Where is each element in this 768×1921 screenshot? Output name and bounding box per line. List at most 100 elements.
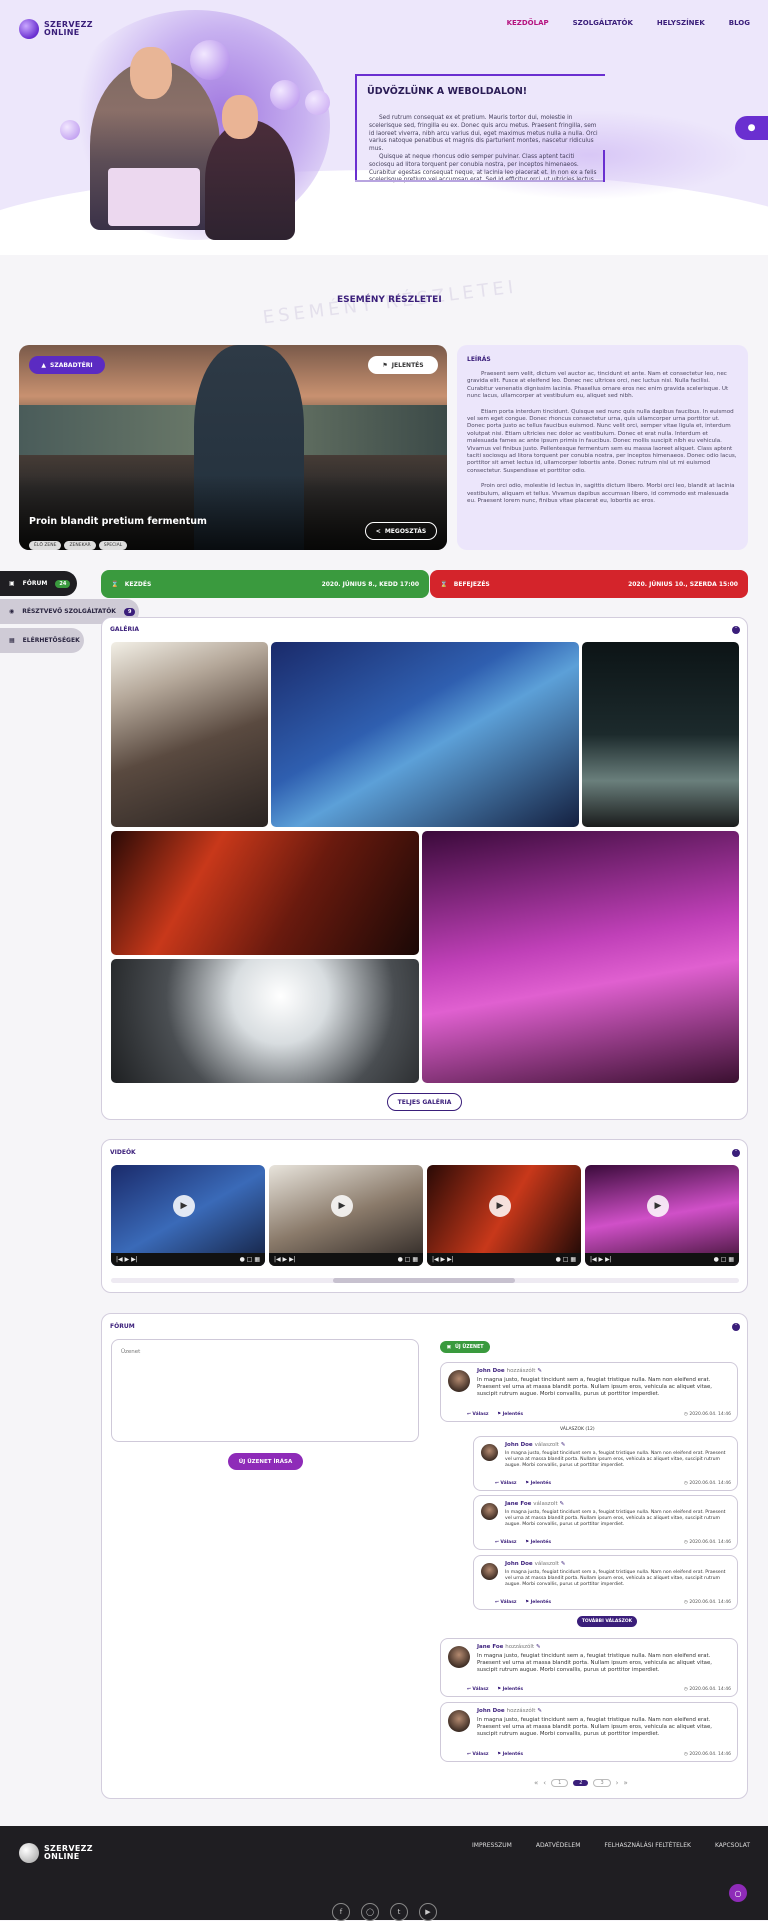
reply-icon: ↩ bbox=[495, 1481, 499, 1486]
play-icon[interactable]: ▶ bbox=[489, 1195, 511, 1217]
avatar[interactable] bbox=[481, 1444, 498, 1461]
message-textarea[interactable] bbox=[111, 1339, 419, 1442]
page-3[interactable]: 3 bbox=[593, 1779, 611, 1787]
footer-link[interactable]: ADATVÉDELEM bbox=[536, 1842, 581, 1849]
footer-link[interactable]: IMPRESSZUM bbox=[472, 1842, 512, 1849]
reply-link[interactable]: ↩ Válasz bbox=[467, 1752, 489, 1757]
chevron-up-icon: ˄ bbox=[734, 627, 738, 633]
video-controls[interactable]: |◀ ▶ ▶| ● □ ▦ bbox=[585, 1253, 739, 1266]
reply-link[interactable]: ↩ Válasz bbox=[495, 1600, 517, 1605]
video-controls[interactable]: |◀ ▶ ▶| ● □ ▦ bbox=[427, 1253, 581, 1266]
page-last[interactable]: » bbox=[623, 1779, 627, 1787]
pencil-icon: ✎ bbox=[559, 1501, 565, 1507]
comment-author[interactable]: John Doe hozzászólt ✎ bbox=[477, 1708, 542, 1714]
collapse-forum-button[interactable]: ˄ bbox=[732, 1323, 740, 1331]
comment-author[interactable]: John Doe válaszolt ✎ bbox=[505, 1442, 565, 1448]
video-scroll-thumb[interactable] bbox=[333, 1278, 515, 1283]
woman-figure bbox=[205, 120, 295, 240]
date-value: 2020.06.04. 14:46 bbox=[689, 1540, 731, 1545]
reply-link[interactable]: ↩ Válasz bbox=[495, 1481, 517, 1486]
reply-link[interactable]: ↩ Válasz bbox=[467, 1687, 489, 1692]
twitter-icon[interactable]: t bbox=[390, 1903, 408, 1921]
welcome-box: ÜDVÖZLÜNK A WEBOLDALON! Sed rutrum conse… bbox=[355, 74, 605, 183]
write-message-button[interactable]: ÚJ ÜZENET ÍRÁSA bbox=[228, 1453, 303, 1470]
avatar[interactable] bbox=[448, 1710, 470, 1732]
author-action: hozzászólt bbox=[505, 1644, 535, 1650]
report-link[interactable]: ⚑ Jelentés bbox=[525, 1540, 551, 1545]
comment-author[interactable]: Jane Foe válaszolt ✎ bbox=[505, 1501, 564, 1507]
report-link[interactable]: ⚑ Jelentés bbox=[497, 1412, 523, 1417]
gallery-photo-3[interactable] bbox=[582, 642, 739, 827]
facebook-icon[interactable]: f bbox=[332, 1903, 350, 1921]
user-button[interactable]: ● bbox=[735, 116, 768, 140]
comment-text: In magna justo, feugiat tincidunt sem a,… bbox=[505, 1570, 726, 1587]
comment-card: John Doe hozzászólt ✎ In magna justo, fe… bbox=[440, 1702, 738, 1762]
nav-venues[interactable]: HELYSZÍNEK bbox=[657, 19, 705, 27]
share-button[interactable]: < MEGOSZTÁS bbox=[365, 522, 437, 540]
page-next[interactable]: › bbox=[616, 1779, 619, 1787]
instagram-icon[interactable]: ◯ bbox=[361, 1903, 379, 1921]
gallery-photo-6[interactable] bbox=[422, 831, 739, 1083]
avatar[interactable] bbox=[448, 1646, 470, 1668]
footer-nav: IMPRESSZUM ADATVÉDELEM FELHASZNÁLÁSI FEL… bbox=[472, 1842, 750, 1849]
reply-icon: ↩ bbox=[467, 1412, 471, 1417]
footer bbox=[0, 1826, 768, 1920]
video-controls[interactable]: |◀ ▶ ▶| ● □ ▦ bbox=[111, 1253, 265, 1266]
report-link[interactable]: ⚑ Jelentés bbox=[497, 1752, 523, 1757]
report-button[interactable]: ⚑ JELENTÉS bbox=[368, 356, 438, 374]
collapse-videos-button[interactable]: ˄ bbox=[732, 1149, 740, 1157]
end-value: 2020. JÚNIUS 10., SZERDA 15:00 bbox=[628, 580, 738, 588]
page-first[interactable]: « bbox=[534, 1779, 538, 1787]
comment-author[interactable]: John Doe válaszolt ✎ bbox=[505, 1561, 565, 1567]
report-link[interactable]: ⚑ Jelentés bbox=[525, 1600, 551, 1605]
avatar[interactable] bbox=[481, 1503, 498, 1520]
footer-link[interactable]: KAPCSOLAT bbox=[715, 1842, 750, 1849]
tag[interactable]: SPECIAL bbox=[98, 541, 128, 550]
report-link[interactable]: ⚑ Jelentés bbox=[497, 1687, 523, 1692]
report-link[interactable]: ⚑ Jelentés bbox=[525, 1481, 551, 1486]
end-bar: ⌛ BEFEJEZÉS 2020. JÚNIUS 10., SZERDA 15:… bbox=[430, 570, 748, 598]
gallery-photo-1[interactable] bbox=[111, 642, 268, 827]
nav-home[interactable]: KEZDŐLAP bbox=[507, 19, 549, 27]
comment-author[interactable]: Jane Foe hozzászólt ✎ bbox=[477, 1644, 541, 1650]
footer-link[interactable]: FELHASZNÁLÁSI FELTÉTELEK bbox=[604, 1842, 691, 1849]
page-2[interactable]: 2 bbox=[573, 1780, 589, 1786]
avatar[interactable] bbox=[481, 1563, 498, 1580]
avatar[interactable] bbox=[448, 1370, 470, 1392]
full-gallery-button[interactable]: TELJES GALÉRIA bbox=[387, 1093, 462, 1111]
tag[interactable]: ZENEKAR bbox=[64, 541, 96, 550]
tag[interactable]: ÉLŐ ZENE bbox=[29, 541, 62, 550]
more-replies-button[interactable]: TOVÁBBI VÁLASZOK bbox=[577, 1616, 637, 1627]
video-player-1[interactable]: ▶ |◀ ▶ ▶| ● □ ▦ bbox=[111, 1165, 265, 1266]
start-label: KEZDÉS bbox=[124, 580, 152, 588]
play-icon[interactable]: ▶ bbox=[173, 1195, 195, 1217]
page-1[interactable]: 1 bbox=[551, 1779, 569, 1787]
video-player-3[interactable]: ▶ |◀ ▶ ▶| ● □ ▦ bbox=[427, 1165, 581, 1266]
footer-logo[interactable]: SZERVEZZ ONLINE bbox=[19, 1843, 93, 1863]
gallery-photo-2[interactable] bbox=[271, 642, 579, 827]
nav-blog[interactable]: BLOG bbox=[729, 19, 750, 27]
video-controls[interactable]: |◀ ▶ ▶| ● □ ▦ bbox=[269, 1253, 423, 1266]
comment-card: Jane Foe hozzászólt ✎ In magna justo, fe… bbox=[440, 1638, 738, 1697]
play-icon[interactable]: ▶ bbox=[331, 1195, 353, 1217]
chat-widget-button[interactable]: ○ bbox=[729, 1884, 747, 1902]
youtube-icon[interactable]: ▶ bbox=[419, 1903, 437, 1921]
nav-providers[interactable]: SZOLGÁLTATÓK bbox=[573, 19, 633, 27]
reply-link[interactable]: ↩ Válasz bbox=[467, 1412, 489, 1417]
comment-author[interactable]: John Doe hozzászólt ✎ bbox=[477, 1368, 542, 1374]
collapse-gallery-button[interactable]: ˄ bbox=[732, 626, 740, 634]
clock-icon: ◷ bbox=[684, 1540, 688, 1545]
side-tab-contacts[interactable]: ▦ ELÉRHETŐSÉGEK bbox=[0, 628, 84, 653]
video-player-2[interactable]: ▶ |◀ ▶ ▶| ● □ ▦ bbox=[269, 1165, 423, 1266]
reply-link[interactable]: ↩ Válasz bbox=[495, 1540, 517, 1545]
reply-card: John Doe válaszolt ✎ In magna justo, feu… bbox=[473, 1436, 738, 1491]
brand-logo[interactable]: SZERVEZZ ONLINE bbox=[19, 19, 93, 39]
welcome-underline bbox=[355, 180, 605, 182]
video-player-4[interactable]: ▶ |◀ ▶ ▶| ● □ ▦ bbox=[585, 1165, 739, 1266]
side-tab-forum[interactable]: ▣ FÓRUM 24 bbox=[0, 571, 77, 596]
play-icon[interactable]: ▶ bbox=[647, 1195, 669, 1217]
gallery-photo-4[interactable] bbox=[111, 831, 419, 955]
gallery-photo-5[interactable] bbox=[111, 959, 419, 1083]
page-prev[interactable]: ‹ bbox=[543, 1779, 546, 1787]
new-message-badge[interactable]: ▣ ÚJ ÜZENET bbox=[440, 1341, 490, 1353]
